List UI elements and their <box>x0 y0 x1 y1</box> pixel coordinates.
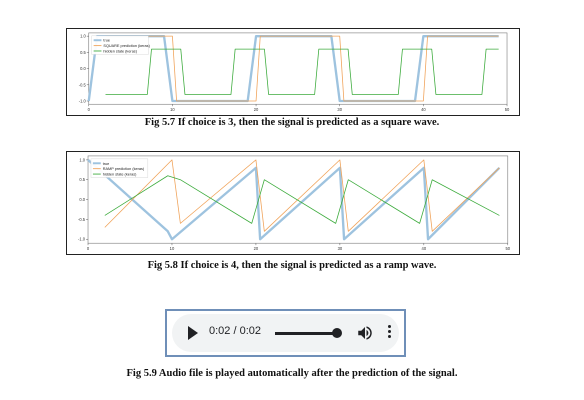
x-tick-label: 0 <box>87 246 90 251</box>
x-tick-label: 10 <box>170 246 175 251</box>
time-display: 0:02 / 0:02 <box>209 325 261 337</box>
series-line-0 <box>87 34 499 103</box>
figure-5-7-chart: 1.0 0.5 0.0 -0.5 -1.0 0 10 20 30 40 50 true SQUARE p… <box>66 28 520 116</box>
legend: trueRAMP prediction (keras) hidden state … <box>90 158 149 178</box>
x-tick-label: 0 <box>88 107 91 112</box>
audio-player-frame: 0:02 / 0:02 <box>165 309 406 357</box>
series-line-2 <box>105 48 499 95</box>
y-tick-label: -1.0 <box>78 237 86 242</box>
x-tick-label: 50 <box>505 107 510 112</box>
legend-label: RAMP prediction (keras) <box>103 167 145 171</box>
x-tick-label: 50 <box>505 246 510 251</box>
play-icon[interactable] <box>188 326 198 340</box>
series-line-2 <box>104 175 500 224</box>
legend: trueSQUARE prediction (keras)hidden stat… <box>91 35 151 55</box>
y-tick-label: 0.5 <box>80 50 86 55</box>
y-tick-label: -1.0 <box>79 98 87 103</box>
seek-thumb[interactable] <box>332 328 342 338</box>
figure-5-8-caption: Fig 5.8 If choice is 4, then the signal … <box>147 260 437 271</box>
series-line-0 <box>87 159 501 241</box>
y-tick-label: -0.5 <box>79 82 87 87</box>
x-tick-label: 30 <box>337 107 342 112</box>
audio-player: 0:02 / 0:02 <box>172 314 399 352</box>
volume-icon[interactable] <box>356 324 374 342</box>
seek-bar[interactable] <box>275 332 337 335</box>
figure-5-7-caption: Fig 5.7 If choice is 3, then the signal … <box>144 117 440 128</box>
more-options-icon[interactable] <box>385 323 393 343</box>
x-tick-label: 10 <box>170 107 175 112</box>
square-wave-chart: 1.0 0.5 0.0 -0.5 -1.00 10 20 30 40 50 trueSQUARE p… <box>79 32 510 112</box>
y-tick-label: 1.0 <box>79 157 85 162</box>
y-tick-label: 1.0 <box>80 34 86 39</box>
x-tick-label: 40 <box>422 246 427 251</box>
y-tick-label: -0.5 <box>78 217 86 222</box>
ramp-wave-chart: 1.0 0.5 0.0 -0.5 -1.00 10 20 30 40 50 trueRAMP pre… <box>78 155 511 251</box>
x-tick-label: 30 <box>338 246 343 251</box>
legend-label: hidden state (keras) <box>103 49 137 53</box>
seek-progress <box>275 332 337 335</box>
plot-area <box>88 32 508 105</box>
y-tick-label: 0.5 <box>79 177 85 182</box>
x-tick-label: 20 <box>254 246 259 251</box>
legend-label: true <box>103 162 110 166</box>
legend-label: SQUARE prediction (keras) <box>103 44 150 48</box>
x-tick-label: 40 <box>421 107 426 112</box>
legend-label: true <box>103 39 110 43</box>
figure-5-8-chart: 1.0 0.5 0.0 -0.5 -1.0 0 10 20 30 40 50 true RAMP pre… <box>66 151 520 255</box>
series-line-1 <box>104 159 500 232</box>
legend-label: hidden state (keras) <box>103 173 137 177</box>
y-tick-label: 0.0 <box>80 66 86 71</box>
x-tick-label: 20 <box>254 107 259 112</box>
y-tick-label: 0.0 <box>79 197 85 202</box>
figure-5-9-caption: Fig 5.9 Audio file is played automatical… <box>126 368 458 379</box>
